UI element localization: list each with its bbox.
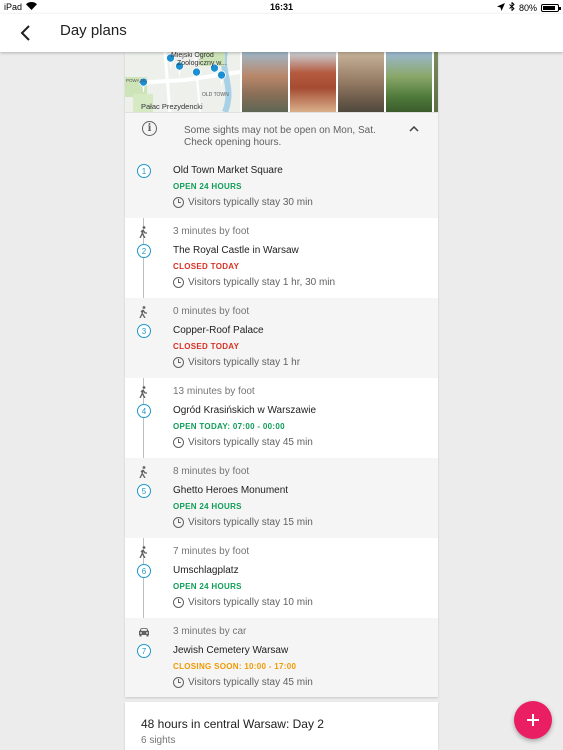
travel-time: 13 minutes by foot <box>173 386 255 397</box>
battery-icon <box>541 3 561 12</box>
car-icon <box>137 625 150 638</box>
stop-item[interactable]: 1 Old Town Market Square OPEN 24 HOURS V… <box>125 152 438 218</box>
travel-time: 7 minutes by foot <box>173 546 250 557</box>
walk-icon <box>137 385 150 398</box>
battery-percent: 80% <box>518 2 537 13</box>
stop-number: 4 <box>137 404 151 418</box>
stop-number: 6 <box>137 564 151 578</box>
back-button[interactable] <box>14 20 38 46</box>
stop-name[interactable]: Copper-Roof Palace <box>173 325 264 336</box>
visit-duration: Visitors typically stay 1 hr, 30 min <box>188 277 336 288</box>
stop-status: OPEN 24 HOURS <box>173 502 242 511</box>
sight-photo[interactable] <box>338 52 384 112</box>
stop-item[interactable]: 0 minutes by foot 3 Copper-Roof Palace C… <box>125 298 438 378</box>
photo-strip[interactable]: Miejski Ogród Zoologiczny w... POWĄZKI O… <box>125 52 438 112</box>
stop-status: OPEN 24 HOURS <box>173 182 242 191</box>
map-label: OLD TOWN <box>202 92 229 98</box>
clock-icon <box>173 357 184 368</box>
stop-number: 7 <box>137 644 151 658</box>
collapse-button[interactable] <box>406 121 422 137</box>
stop-name[interactable]: Jewish Cemetery Warsaw <box>173 645 288 656</box>
travel-time: 8 minutes by foot <box>173 466 250 477</box>
visit-duration: Visitors typically stay 30 min <box>188 197 313 208</box>
travel-time: 3 minutes by car <box>173 626 247 637</box>
walk-icon <box>137 225 150 238</box>
stop-status: OPEN 24 HOURS <box>173 582 242 591</box>
stop-status: CLOSED TODAY <box>173 262 240 271</box>
stop-name[interactable]: Ghetto Heroes Monument <box>173 485 288 496</box>
sight-photo[interactable] <box>290 52 336 112</box>
walk-icon <box>137 305 150 318</box>
plus-icon <box>527 714 539 726</box>
stop-status: OPEN TODAY: 07:00 - 00:00 <box>173 422 285 431</box>
map-label: Zoologiczny w... <box>177 60 227 67</box>
next-day-plan-card[interactable]: 48 hours in central Warsaw: Day 2 6 sigh… <box>125 702 438 750</box>
notice-text: Some sights may not be open on Mon, Sat.… <box>184 125 376 148</box>
visit-duration: Visitors typically stay 15 min <box>188 517 313 528</box>
visit-duration: Visitors typically stay 10 min <box>188 597 313 608</box>
visit-duration: Visitors typically stay 1 hr <box>188 357 301 368</box>
travel-time: 0 minutes by foot <box>173 306 250 317</box>
clock-icon <box>173 677 184 688</box>
map-thumbnail[interactable]: Miejski Ogród Zoologiczny w... POWĄZKI O… <box>125 52 240 112</box>
map-label: Pałac Prezydencki <box>141 102 203 111</box>
map-drawing: Miejski Ogród Zoologiczny w... POWĄZKI O… <box>125 52 240 112</box>
map-label: Miejski Ogród <box>171 52 214 59</box>
stop-status: CLOSING SOON: 10:00 - 17:00 <box>173 662 297 671</box>
add-button[interactable] <box>514 701 552 739</box>
clock-icon <box>173 197 184 208</box>
stop-name[interactable]: Old Town Market Square <box>173 165 283 176</box>
stop-number: 1 <box>137 164 151 178</box>
stop-number: 5 <box>137 484 151 498</box>
plan-title: 48 hours in central Warsaw: Day 2 <box>141 717 324 731</box>
visit-duration: Visitors typically stay 45 min <box>188 437 313 448</box>
stop-item[interactable]: 3 minutes by foot 2 The Royal Castle in … <box>125 218 438 298</box>
stop-name[interactable]: Umschlagplatz <box>173 565 239 576</box>
opening-hours-notice: i Some sights may not be open on Mon, Sa… <box>125 112 438 152</box>
sight-photo[interactable] <box>386 52 432 112</box>
walk-icon <box>137 545 150 558</box>
stop-item[interactable]: 7 minutes by foot 6 Umschlagplatz OPEN 2… <box>125 538 438 618</box>
sight-photo[interactable] <box>434 52 438 112</box>
clock-icon <box>173 277 184 288</box>
stop-number: 3 <box>137 324 151 338</box>
bluetooth-icon <box>509 1 515 13</box>
status-time: 16:31 <box>269 2 294 12</box>
stop-item[interactable]: 3 minutes by car 7 Jewish Cemetery Warsa… <box>125 618 438 697</box>
stop-item[interactable]: 13 minutes by foot 4 Ogród Krasińskich w… <box>125 378 438 458</box>
day-plan-card: Miejski Ogród Zoologiczny w... POWĄZKI O… <box>125 52 438 697</box>
app-bar: Day plans <box>0 14 563 52</box>
clock-icon <box>173 597 184 608</box>
stop-name[interactable]: Ogród Krasińskich w Warszawie <box>173 405 316 416</box>
location-arrow-icon <box>496 2 505 13</box>
walk-icon <box>137 465 150 478</box>
map-label: POWĄZKI <box>126 78 147 83</box>
status-bar-right: 80% <box>496 1 561 13</box>
stop-number: 2 <box>137 244 151 258</box>
stop-name[interactable]: The Royal Castle in Warsaw <box>173 245 299 256</box>
info-icon: i <box>142 121 157 136</box>
back-arrow-icon <box>20 25 30 41</box>
stop-item[interactable]: 8 minutes by foot 5 Ghetto Heroes Monume… <box>125 458 438 538</box>
clock-icon <box>173 517 184 528</box>
visit-duration: Visitors typically stay 45 min <box>188 677 313 688</box>
stop-status: CLOSED TODAY <box>173 342 240 351</box>
chevron-up-icon <box>409 126 419 132</box>
clock-icon <box>173 437 184 448</box>
travel-time: 3 minutes by foot <box>173 226 250 237</box>
plan-sight-count: 6 sights <box>141 735 176 746</box>
status-bar: iPad 16:31 80% <box>0 0 563 14</box>
sight-photo[interactable] <box>242 52 288 112</box>
page-title: Day plans <box>60 22 127 39</box>
